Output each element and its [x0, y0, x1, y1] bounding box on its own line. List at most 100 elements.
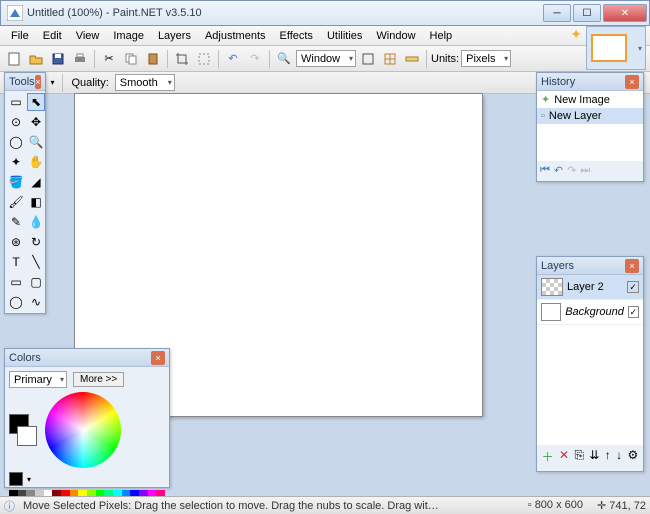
layers-panel: Layers × Layer 2 ✓ Background ✓ ＋ ✕ ⎘ ⇊ …	[536, 256, 644, 472]
layer-down-button[interactable]: ↓	[616, 448, 622, 465]
history-rewind-button[interactable]: ⏮	[540, 164, 550, 177]
tool-gradient[interactable]: ◢	[27, 173, 45, 191]
status-help-text: Move Selected Pixels: Drag the selection…	[23, 500, 443, 512]
current-color-swatch[interactable]	[9, 472, 23, 486]
maximize-button[interactable]: ☐	[573, 4, 601, 22]
menu-utilities[interactable]: Utilities	[320, 28, 369, 44]
history-panel-close-icon[interactable]: ×	[625, 75, 639, 89]
history-item[interactable]: ▫New Layer	[537, 108, 643, 124]
statusbar: ⓘ Move Selected Pixels: Drag the selecti…	[0, 496, 650, 514]
layer-delete-button[interactable]: ✕	[559, 448, 569, 465]
layers-panel-header[interactable]: Layers ×	[537, 257, 643, 275]
zoom-actual-button[interactable]	[358, 49, 378, 69]
paste-button[interactable]	[143, 49, 163, 69]
tool-zoom[interactable]: 🔍	[27, 133, 45, 151]
cut-button[interactable]: ✂	[99, 49, 119, 69]
tool-pan[interactable]: ✋	[27, 153, 45, 171]
deselect-button[interactable]	[194, 49, 214, 69]
menu-adjustments[interactable]: Adjustments	[198, 28, 273, 44]
history-item[interactable]: ✦New Image	[537, 91, 643, 108]
undo-button[interactable]: ↶	[223, 49, 243, 69]
layer-properties-button[interactable]: ⚙	[627, 448, 638, 465]
history-undo-button[interactable]: ↶	[554, 164, 563, 177]
layer-add-button[interactable]: ＋	[542, 448, 554, 465]
image-thumbnail-strip: ▾	[586, 26, 646, 70]
tools-panel-title: Tools	[9, 76, 35, 88]
history-ff-button[interactable]: ⏭	[580, 164, 590, 177]
layer-visible-checkbox[interactable]: ✓	[627, 281, 639, 293]
colors-more-button[interactable]: More >>	[73, 372, 124, 387]
layers-panel-close-icon[interactable]: ×	[625, 259, 639, 273]
menu-layers[interactable]: Layers	[151, 28, 198, 44]
color-mode-combo[interactable]: Primary	[9, 371, 67, 388]
tool-move-selected[interactable]: ⬉	[27, 93, 45, 111]
menu-edit[interactable]: Edit	[36, 28, 69, 44]
layer-visible-checkbox[interactable]: ✓	[628, 306, 639, 318]
print-button[interactable]	[70, 49, 90, 69]
tool-rectangle[interactable]: ▭	[7, 273, 25, 291]
crop-button[interactable]	[172, 49, 192, 69]
tools-panel-close-icon[interactable]: ×	[35, 75, 41, 89]
menu-effects[interactable]: Effects	[273, 28, 320, 44]
tool-paintbrush[interactable]: 🖌	[7, 193, 25, 211]
image-thumbnail[interactable]	[591, 34, 627, 62]
history-panel-header[interactable]: History ×	[537, 73, 643, 91]
tool-freeform[interactable]: ∿	[27, 293, 45, 311]
history-redo-button[interactable]: ↷	[567, 164, 576, 177]
units-combo[interactable]: Pixels	[461, 50, 511, 67]
tool-lasso[interactable]: ⊙	[7, 113, 25, 131]
thumbnail-dropdown-icon[interactable]: ▾	[638, 44, 642, 53]
tool-ellipse-select[interactable]: ◯	[7, 133, 25, 151]
layer-duplicate-button[interactable]: ⎘	[574, 448, 584, 465]
window-zoom-combo[interactable]: Window	[296, 50, 356, 67]
history-item-label: New Image	[554, 94, 610, 106]
history-panel-title: History	[541, 76, 575, 88]
new-image-star-icon[interactable]: ✦	[570, 26, 582, 43]
tool-rect-select[interactable]: ▭	[7, 93, 25, 111]
tool-rounded-rect[interactable]: ▢	[27, 273, 45, 291]
tool-color-picker[interactable]: 💧	[27, 213, 45, 231]
layer-merge-button[interactable]: ⇊	[589, 448, 599, 465]
menu-window[interactable]: Window	[369, 28, 422, 44]
tool-paint-bucket[interactable]: 🪣	[7, 173, 25, 191]
tool-pencil[interactable]: ✎	[7, 213, 25, 231]
colors-panel-header[interactable]: Colors ×	[5, 349, 169, 367]
menu-view[interactable]: View	[69, 28, 107, 44]
open-button[interactable]	[26, 49, 46, 69]
layers-panel-title: Layers	[541, 260, 574, 272]
tool-recolor[interactable]: ↻	[27, 233, 45, 251]
layer-row[interactable]: Background ✓	[537, 300, 643, 325]
menu-help[interactable]: Help	[423, 28, 460, 44]
save-button[interactable]	[48, 49, 68, 69]
quality-combo[interactable]: Smooth	[115, 74, 175, 91]
layer-row[interactable]: Layer 2 ✓	[537, 275, 643, 300]
layer-up-button[interactable]: ↑	[605, 448, 611, 465]
grid-button[interactable]	[380, 49, 400, 69]
window-title: Untitled (100%) - Paint.NET v3.5.10	[27, 7, 543, 19]
tools-panel-header[interactable]: Tools ×	[5, 73, 45, 91]
colors-panel-close-icon[interactable]: ×	[151, 351, 165, 365]
secondary-color-swatch[interactable]	[17, 426, 37, 446]
colors-panel-title: Colors	[9, 352, 41, 364]
tool-text[interactable]: T	[7, 253, 25, 271]
close-button[interactable]: ✕	[603, 4, 647, 22]
tool-clone-stamp[interactable]: ⊛	[7, 233, 25, 251]
layer-name: Layer 2	[567, 281, 604, 293]
tool-ellipse[interactable]: ◯	[7, 293, 25, 311]
layer-thumbnail	[541, 278, 563, 296]
color-wheel[interactable]	[45, 392, 121, 468]
zoom-button[interactable]: 🔍	[274, 49, 294, 69]
tool-move-selection[interactable]: ✥	[27, 113, 45, 131]
tool-eraser[interactable]: ◧	[27, 193, 45, 211]
new-button[interactable]	[4, 49, 24, 69]
menu-image[interactable]: Image	[106, 28, 151, 44]
swatch-dropdown-icon[interactable]: ▾	[27, 475, 31, 484]
copy-button[interactable]	[121, 49, 141, 69]
tool-magic-wand[interactable]: ✦	[7, 153, 25, 171]
quality-label: Quality:	[71, 77, 108, 89]
ruler-button[interactable]	[402, 49, 422, 69]
minimize-button[interactable]: ─	[543, 4, 571, 22]
tool-line[interactable]: ╲	[27, 253, 45, 271]
redo-button[interactable]: ↷	[245, 49, 265, 69]
menu-file[interactable]: File	[4, 28, 36, 44]
